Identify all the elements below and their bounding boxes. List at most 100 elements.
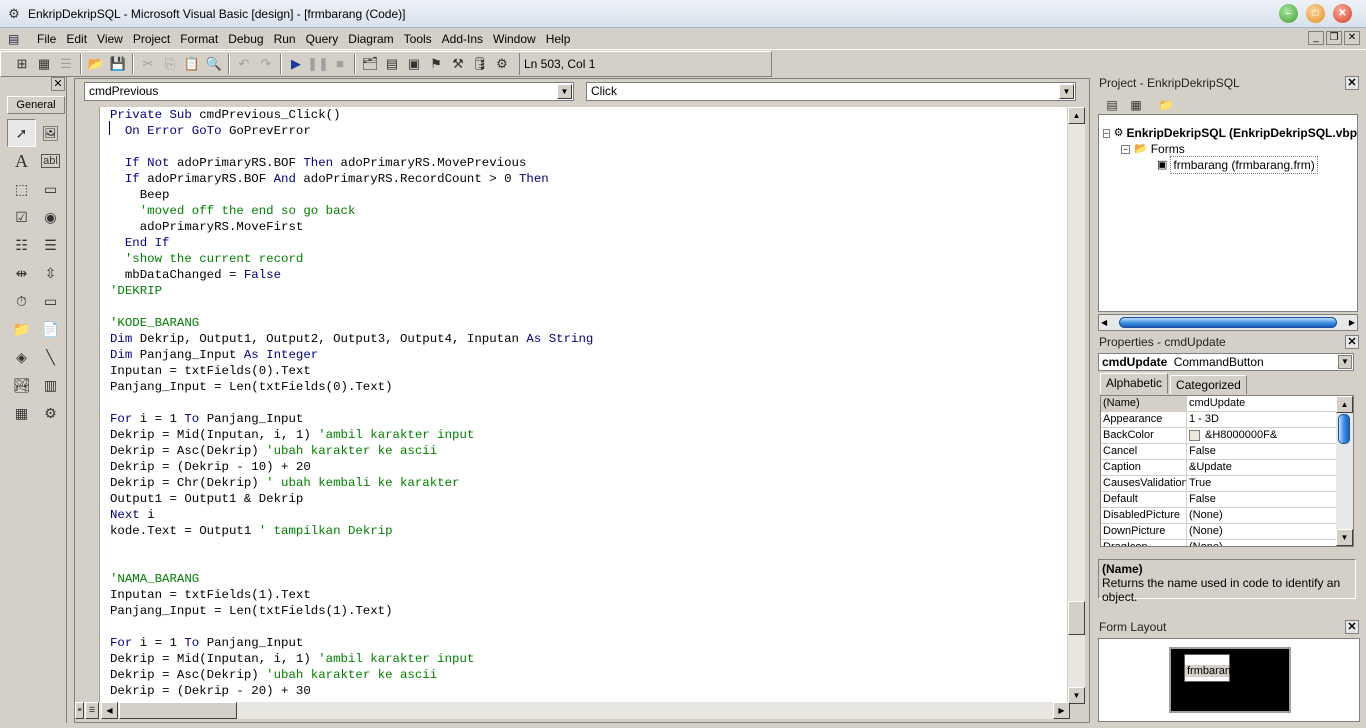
frame-tool-icon[interactable]: ⬚ — [7, 175, 36, 203]
property-value[interactable]: False — [1187, 492, 1353, 507]
form-preview[interactable]: frmbarang — [1184, 654, 1237, 682]
adodc-tool-icon[interactable]: ⚙ — [36, 399, 65, 427]
toolbox-tab-general[interactable]: General — [7, 96, 65, 114]
break-icon[interactable]: ❚❚ — [307, 53, 329, 75]
view-object-icon[interactable]: ▦ — [1126, 96, 1146, 114]
property-value[interactable]: (None) — [1187, 540, 1353, 546]
find-icon[interactable]: 🔍 — [203, 53, 225, 75]
picturebox-tool-icon[interactable]: 🖼 — [36, 119, 65, 147]
tab-categorized[interactable]: Categorized — [1170, 375, 1247, 394]
redo-icon[interactable]: ↷ — [255, 53, 277, 75]
tab-alphabetic[interactable]: Alphabetic — [1100, 373, 1169, 394]
project-explorer-icon[interactable]: 🗂 — [359, 53, 381, 75]
ole-tool-icon[interactable]: ▦ — [7, 399, 36, 427]
menu-addins[interactable]: Add-Ins — [437, 29, 488, 49]
vscrollbar-tool-icon[interactable]: ⇳ — [36, 259, 65, 287]
property-value[interactable]: False — [1187, 444, 1353, 459]
paste-icon[interactable]: 📋 — [181, 53, 203, 75]
textbox-tool-icon[interactable]: abl — [36, 147, 65, 175]
tree-node-frmbarang[interactable]: ▣ frmbarang (frmbarang.frm) — [1099, 156, 1357, 174]
scroll-right-icon[interactable]: ▶ — [1349, 315, 1355, 330]
menu-tools[interactable]: Tools — [399, 29, 437, 49]
menu-window[interactable]: Window — [488, 29, 541, 49]
menu-run[interactable]: Run — [269, 29, 301, 49]
property-value[interactable]: &Update — [1187, 460, 1353, 475]
object-combo[interactable]: cmdPrevious ▼ — [84, 82, 574, 101]
full-module-view-icon[interactable]: ☰ — [85, 702, 99, 719]
view-code-icon[interactable]: ▤ — [1102, 96, 1122, 114]
toolbox-icon[interactable]: ⚒ — [447, 53, 469, 75]
project-explorer-close-button[interactable]: ✕ — [1345, 76, 1359, 90]
pointer-tool-icon[interactable]: ➚ — [7, 119, 36, 147]
property-row[interactable]: DownPicture (None) — [1101, 524, 1353, 540]
properties-object-combo[interactable]: cmdUpdate CommandButton ▼ — [1098, 353, 1354, 371]
property-row[interactable]: Default False — [1101, 492, 1353, 508]
toggle-folders-icon[interactable]: 📁 — [1156, 96, 1176, 114]
run-icon[interactable]: ▶ — [285, 53, 307, 75]
menu-query[interactable]: Query — [301, 29, 344, 49]
cut-icon[interactable]: ✂ — [137, 53, 159, 75]
copy-icon[interactable]: ⎘ — [159, 53, 181, 75]
property-row[interactable]: (Name) cmdUpdate — [1101, 396, 1353, 412]
procedure-combo[interactable]: Click ▼ — [586, 82, 1076, 101]
project-tree[interactable]: − ⚙ EnkripDekripSQL (EnkripDekripSQL.vbp… — [1098, 114, 1358, 312]
chevron-down-icon[interactable]: ▼ — [557, 84, 572, 99]
scroll-up-icon[interactable]: ▲ — [1336, 396, 1353, 413]
maximize-button[interactable]: □ — [1306, 4, 1325, 23]
tree-node-forms[interactable]: − 📂 Forms — [1099, 141, 1357, 157]
code-editor[interactable]: Private Sub cmdPrevious_Click() On Error… — [99, 107, 1067, 704]
properties-scrollbar[interactable]: ▲ ▼ — [1336, 396, 1353, 546]
menu-diagram[interactable]: Diagram — [343, 29, 398, 49]
menu-format[interactable]: Format — [175, 29, 223, 49]
data-view-icon[interactable]: 🛢 — [469, 53, 491, 75]
menu-view[interactable]: View — [92, 29, 128, 49]
undo-icon[interactable]: ↶ — [233, 53, 255, 75]
menu-help[interactable]: Help — [541, 29, 576, 49]
filelistbox-tool-icon[interactable]: 📄 — [36, 315, 65, 343]
properties-window-icon[interactable]: ▤ — [381, 53, 403, 75]
scroll-up-icon[interactable]: ▲ — [1068, 107, 1085, 124]
scroll-down-icon[interactable]: ▼ — [1068, 687, 1085, 704]
code-vertical-scrollbar[interactable]: ▲ ▼ — [1068, 107, 1085, 704]
scroll-left-icon[interactable]: ◀ — [101, 702, 118, 719]
property-row[interactable]: DragIcon (None) — [1101, 540, 1353, 546]
property-row[interactable]: Caption &Update — [1101, 460, 1353, 476]
property-value[interactable]: True — [1187, 476, 1353, 491]
property-value[interactable]: (None) — [1187, 524, 1353, 539]
property-row[interactable]: BackColor &H8000000F& — [1101, 428, 1353, 444]
tree-node-project[interactable]: − ⚙ EnkripDekripSQL (EnkripDekripSQL.vbp… — [1099, 125, 1357, 141]
commandbutton-tool-icon[interactable]: ▭ — [36, 175, 65, 203]
code-horizontal-scrollbar[interactable]: ≡ ☰ ◀ ▶ — [75, 702, 1070, 719]
mdi-minimize-button[interactable]: _ — [1308, 31, 1324, 45]
scroll-thumb[interactable] — [1338, 414, 1350, 444]
menu-file[interactable]: File — [32, 29, 61, 49]
code-window-icon[interactable]: ▤ — [8, 31, 24, 47]
property-row[interactable]: Appearance 1 - 3D — [1101, 412, 1353, 428]
property-value[interactable]: &H8000000F& — [1187, 428, 1353, 443]
chevron-down-icon[interactable]: ▼ — [1338, 355, 1352, 369]
collapse-icon[interactable]: − — [1121, 144, 1130, 154]
form-layout-close-button[interactable]: ✕ — [1345, 620, 1359, 634]
property-value[interactable]: (None) — [1187, 508, 1353, 523]
dirlistbox-tool-icon[interactable]: 📁 — [7, 315, 36, 343]
menu-project[interactable]: Project — [128, 29, 175, 49]
drivelistbox-tool-icon[interactable]: ▭ — [36, 287, 65, 315]
hscroll-thumb[interactable] — [1119, 317, 1337, 328]
property-value[interactable]: 1 - 3D — [1187, 412, 1353, 427]
add-form-icon[interactable]: ▦ — [33, 53, 55, 75]
timer-tool-icon[interactable]: ⏱ — [7, 287, 36, 315]
checkbox-tool-icon[interactable]: ☑ — [7, 203, 36, 231]
properties-grid[interactable]: (Name) cmdUpdate Appearance 1 - 3D BackColor… — [1100, 395, 1354, 547]
chevron-down-icon[interactable]: ▼ — [1059, 84, 1074, 99]
property-row[interactable]: Cancel False — [1101, 444, 1353, 460]
label-tool-icon[interactable]: A — [7, 147, 36, 175]
line-tool-icon[interactable]: ╲ — [36, 343, 65, 371]
menu-debug[interactable]: Debug — [223, 29, 268, 49]
minimize-button[interactable]: – — [1279, 4, 1298, 23]
component-manager-icon[interactable]: ⚙ — [491, 53, 513, 75]
hscrollbar-tool-icon[interactable]: ⇹ — [7, 259, 36, 287]
scroll-right-icon[interactable]: ▶ — [1053, 702, 1070, 719]
scroll-left-icon[interactable]: ◀ — [1101, 315, 1107, 330]
combobox-tool-icon[interactable]: ☷ — [7, 231, 36, 259]
object-browser-icon[interactable]: ⚑ — [425, 53, 447, 75]
